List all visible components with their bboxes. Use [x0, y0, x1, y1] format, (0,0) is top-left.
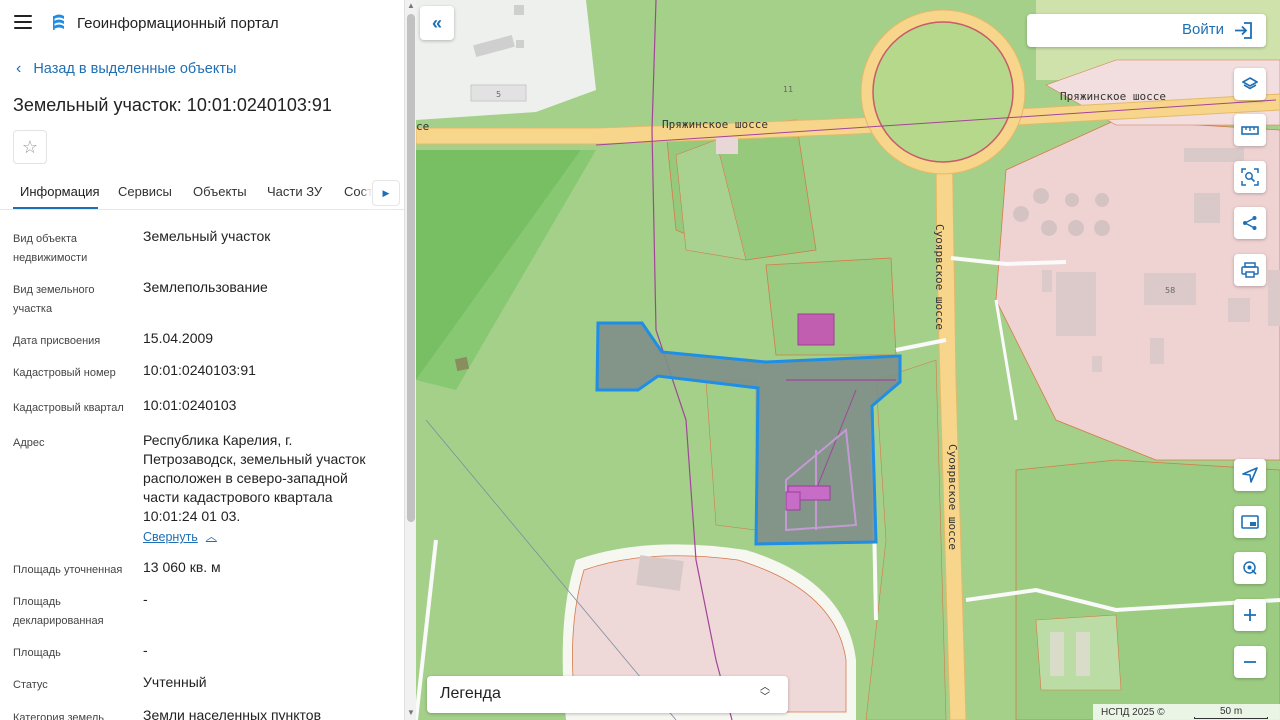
- panel-header: Геоинформационный портал: [0, 0, 404, 46]
- layers-icon: [1242, 77, 1258, 90]
- detail-value: Учтенный: [143, 674, 207, 690]
- info-panel: Геоинформационный портал ‹ Назад в выдел…: [0, 0, 404, 720]
- zoom-out-icon: [1244, 661, 1256, 663]
- layers-button[interactable]: [1234, 68, 1266, 100]
- navigate-button[interactable]: [1234, 459, 1266, 491]
- active-tab-indicator: [13, 207, 98, 209]
- logo-icon: [53, 14, 64, 30]
- tab-objects[interactable]: Объекты: [193, 184, 247, 199]
- detail-value: Земли населенных пунктов: [143, 707, 322, 720]
- locate-icon: [1242, 467, 1258, 483]
- detail-value: 15.04.2009: [143, 330, 214, 346]
- login-button[interactable]: Войти: [1027, 14, 1266, 47]
- detail-label: Кадастровый квартал: [13, 402, 124, 414]
- detail-label: Кадастровый номер: [13, 367, 116, 379]
- detail-value: 10:01:0240103:91: [143, 362, 256, 378]
- back-link-label: Назад в выделенные объекты: [33, 61, 237, 77]
- house-number: 11: [783, 85, 793, 94]
- map-canvas[interactable]: Пряжинское шоссе Пряжинское шоссе се Суо…: [416, 0, 1280, 720]
- detail-label: Статус: [13, 679, 48, 691]
- app-title: Геоинформационный портал: [77, 15, 279, 32]
- zoom-in-icon: [1244, 609, 1256, 621]
- back-to-selected-link[interactable]: ‹ Назад в выделенные объекты: [16, 60, 237, 78]
- legend-dropdown[interactable]: Легенда ︿ ﹀: [427, 676, 788, 713]
- login-label: Войти: [1182, 21, 1224, 38]
- share-icon: [1243, 216, 1257, 230]
- area-search-icon: [1241, 168, 1259, 186]
- detail-label: Вид земельного участка: [13, 284, 95, 315]
- chevron-up-icon: ︿: [205, 531, 217, 543]
- detail-value: 13 060 кв. м: [143, 559, 221, 575]
- detail-value: Землепользование: [143, 279, 268, 295]
- legend-label: Легенда: [440, 685, 501, 702]
- ruler-icon: [1241, 126, 1259, 135]
- print-button[interactable]: [1234, 254, 1266, 286]
- address-text: Республика Карелия, г. Петрозаводск, зем…: [143, 432, 366, 524]
- map-view[interactable]: Пряжинское шоссе Пряжинское шоссе се Суо…: [416, 0, 1280, 720]
- detail-value-address: Республика Карелия, г. Петрозаводск, зем…: [143, 431, 383, 547]
- street-label: се: [416, 120, 429, 133]
- print-icon: [1241, 262, 1259, 278]
- tab-info[interactable]: Информация: [20, 184, 100, 199]
- favorite-button[interactable]: ☆: [13, 130, 47, 164]
- zoom-in-button[interactable]: [1234, 599, 1266, 631]
- detail-label: Площадь декларированная: [13, 596, 104, 627]
- detail-label: Категория земель: [13, 712, 104, 720]
- info-tabs: Информация Сервисы Объекты Части ЗУ Сост…: [0, 174, 404, 210]
- star-icon: ☆: [21, 136, 39, 157]
- detail-value: -: [143, 642, 148, 658]
- attribution-text: НСПД 2025 ©: [1101, 707, 1165, 718]
- zoom-out-button[interactable]: [1234, 646, 1266, 678]
- collapse-address-button[interactable]: Свернуть ︿: [143, 528, 217, 547]
- street-label: Пряжинское шоссе: [662, 118, 768, 131]
- detail-label: Дата присвоения: [13, 335, 101, 347]
- double-chevron-left-icon: «: [431, 12, 442, 33]
- chevron-up-down-icon: ︿ ﹀: [760, 682, 770, 703]
- area-search-button[interactable]: [1234, 161, 1266, 193]
- scale-label: 50 m: [1220, 706, 1243, 717]
- object-title: Земельный участок: 10:01:0240103:91: [13, 95, 332, 115]
- detail-value: -: [143, 591, 148, 607]
- street-label: Пряжинское шоссе: [1060, 90, 1166, 103]
- detail-value: 10:01:0240103: [143, 397, 237, 413]
- scale-bar: [1194, 717, 1268, 719]
- detail-label: Площадь: [13, 647, 61, 659]
- menu-icon[interactable]: [14, 15, 32, 31]
- detail-label: Адрес: [13, 437, 45, 449]
- map-attribution: НСПД 2025 © 50 m: [1093, 704, 1280, 720]
- tabs-scroll-right-button[interactable]: ▶: [372, 180, 400, 206]
- geolocation-icon: [1243, 561, 1257, 575]
- login-icon: [1235, 22, 1252, 39]
- house-number: 58: [1165, 286, 1175, 295]
- measure-button[interactable]: [1234, 114, 1266, 146]
- panel-scrollbar[interactable]: ▲ ▼: [404, 0, 416, 720]
- app-root: Геоинформационный портал ‹ Назад в выдел…: [0, 0, 1280, 720]
- scrollbar-thumb[interactable]: [407, 14, 415, 522]
- collapse-panel-button[interactable]: «: [420, 6, 454, 40]
- house-number: 5: [496, 90, 501, 99]
- street-label: Суоярвское шоссе: [933, 224, 946, 330]
- detail-value: Земельный участок: [143, 228, 271, 244]
- minimap-button[interactable]: [1234, 506, 1266, 538]
- caret-right-icon: ▶: [382, 187, 390, 198]
- share-button[interactable]: [1234, 207, 1266, 239]
- minimap-icon: [1241, 515, 1259, 529]
- collapse-label: Свернуть: [143, 530, 198, 544]
- chevron-left-icon: ‹: [16, 60, 22, 77]
- geolocation-button[interactable]: [1234, 552, 1266, 584]
- detail-label: Вид объекта недвижимости: [13, 233, 88, 264]
- tab-parts[interactable]: Части ЗУ: [267, 184, 322, 199]
- detail-label: Площадь уточненная: [13, 564, 123, 576]
- tab-services[interactable]: Сервисы: [118, 184, 172, 199]
- street-label: Суоярвское шоссе: [946, 444, 959, 550]
